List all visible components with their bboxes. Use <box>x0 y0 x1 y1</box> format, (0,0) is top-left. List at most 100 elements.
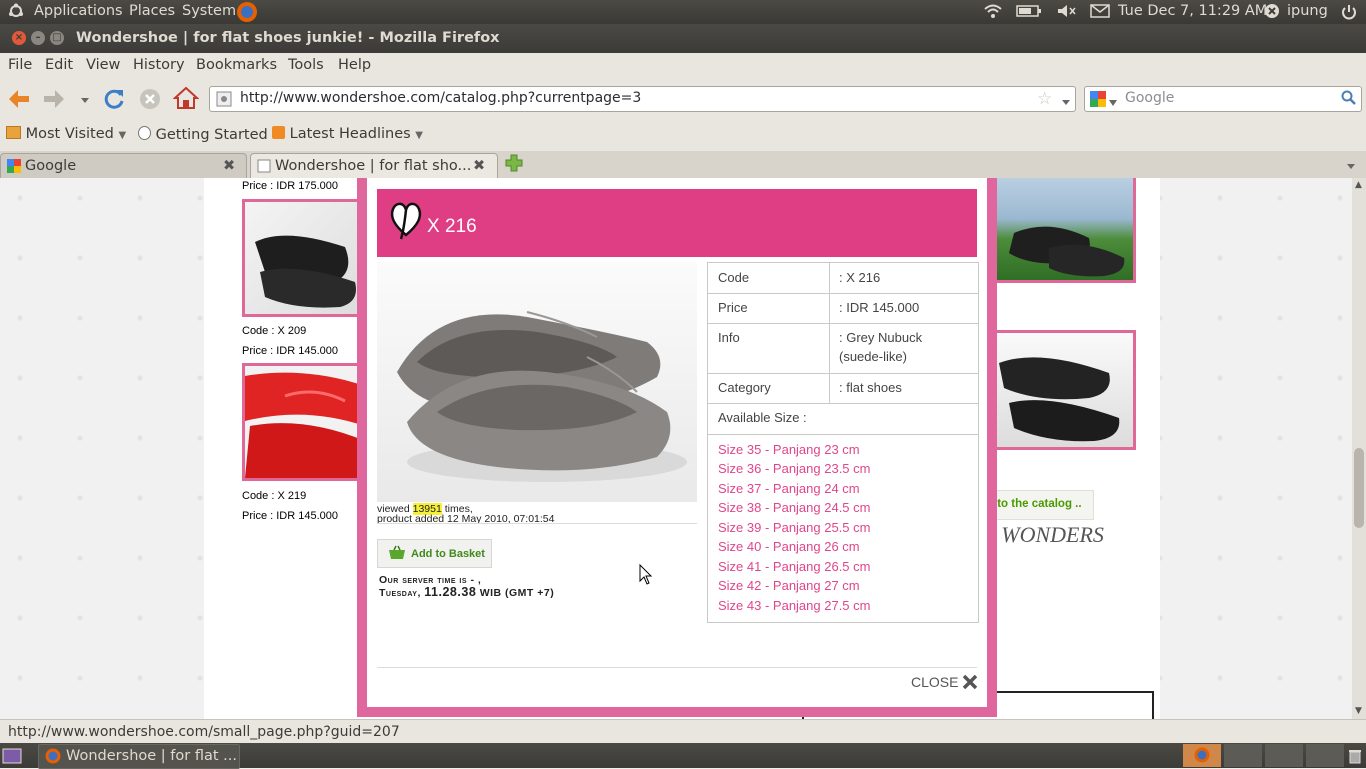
page-scrollbar[interactable]: ▲ ▼ <box>1352 178 1366 719</box>
product-image <box>377 262 697 502</box>
size-option[interactable]: Size 36 - Panjang 23.5 cm <box>718 461 870 476</box>
tab-google[interactable]: Google ✖ <box>0 153 247 179</box>
size-option[interactable]: Size 40 - Panjang 26 cm <box>718 539 860 554</box>
add-to-basket-label: Add to Basket <box>411 548 485 560</box>
close-tab-icon[interactable]: ✖ <box>223 158 235 174</box>
back-icon[interactable] <box>7 88 31 114</box>
maximize-window-icon[interactable]: □ <box>50 31 64 45</box>
bookmark-label: Latest Headlines <box>289 126 411 142</box>
info-value-line2: (suede-like) <box>839 349 907 364</box>
workspace-switcher-active[interactable] <box>1183 744 1221 767</box>
back-to-catalog-button[interactable]: o to the catalog .. <box>986 490 1094 520</box>
url-dropdown-icon[interactable] <box>1061 95 1071 111</box>
window-titlebar: × – □ Wondershoe | for flat shoes junkie… <box>0 24 1366 53</box>
product-thumbnail[interactable] <box>242 199 368 317</box>
bookmark-most-visited[interactable]: Most Visited ▼ <box>6 126 126 142</box>
product-thumbnail[interactable] <box>242 363 368 481</box>
site-identity-icon[interactable] <box>216 91 232 111</box>
bookmark-star-icon[interactable]: ☆ <box>1037 89 1052 109</box>
size-option[interactable]: Size 42 - Panjang 27 cm <box>718 578 860 593</box>
info-label: Price <box>718 300 748 315</box>
taskbar-window-button[interactable]: Wondershoe | for flat ... <box>38 744 240 769</box>
add-to-basket-button[interactable]: Add to Basket <box>377 539 492 568</box>
minimize-window-icon[interactable]: – <box>31 31 45 45</box>
menu-edit[interactable]: Edit <box>45 57 73 73</box>
info-value: : X 216 <box>839 270 881 285</box>
scroll-up-icon[interactable]: ▲ <box>1355 180 1362 190</box>
url-text[interactable]: http://www.wondershoe.com/catalog.php?cu… <box>240 90 641 106</box>
menu-bookmarks[interactable]: Bookmarks <box>196 57 277 73</box>
search-box[interactable]: Google <box>1084 86 1362 112</box>
page-favicon-icon <box>257 159 271 177</box>
server-time-clock: 11.28.38 <box>424 585 477 599</box>
product-thumbnail[interactable] <box>986 178 1136 283</box>
size-option[interactable]: Size 41 - Panjang 26.5 cm <box>718 559 870 574</box>
google-search-engine-icon[interactable] <box>1090 91 1106 111</box>
info-value: : Grey Nubuck <box>839 330 923 345</box>
menu-tools[interactable]: Tools <box>288 57 324 73</box>
search-placeholder[interactable]: Google <box>1125 90 1174 106</box>
info-row-code: Code : X 216 <box>708 263 978 294</box>
menu-history[interactable]: History <box>133 57 185 73</box>
ubuntu-logo-icon[interactable] <box>8 3 24 23</box>
size-option[interactable]: Size 39 - Panjang 25.5 cm <box>718 520 870 535</box>
power-icon[interactable] <box>1340 3 1358 25</box>
show-desktop-icon[interactable] <box>2 748 22 768</box>
chevron-down-icon: ▼ <box>118 130 127 141</box>
wifi-icon[interactable] <box>983 3 1003 23</box>
history-dropdown-icon[interactable] <box>80 93 90 109</box>
close-modal-button[interactable]: CLOSE <box>911 674 978 693</box>
bookmark-latest-headlines[interactable]: Latest Headlines ▼ <box>272 126 423 142</box>
trash-icon[interactable] <box>1348 748 1362 768</box>
bookmarks-toolbar: Most Visited ▼ Getting Started Latest He… <box>0 118 1366 151</box>
size-option[interactable]: Size 35 - Panjang 23 cm <box>718 442 860 457</box>
volume-icon[interactable] <box>1056 3 1078 23</box>
taskbar-window-label: Wondershoe | for flat ... <box>66 748 237 764</box>
size-option[interactable]: Size 43 - Panjang 27.5 cm <box>718 598 870 613</box>
window-title: Wondershoe | for flat shoes junkie! - Mo… <box>76 30 500 46</box>
info-value: : IDR 145.000 <box>839 300 920 315</box>
info-row-available-size: Available Size : <box>708 403 978 435</box>
menu-file[interactable]: File <box>8 57 32 73</box>
system-menu[interactable]: System <box>182 3 236 19</box>
server-time-day: Tuesday, <box>379 587 421 599</box>
product-thumbnail[interactable] <box>986 330 1136 450</box>
new-tab-icon[interactable] <box>504 153 524 177</box>
home-icon[interactable] <box>172 86 200 114</box>
tab-wondershoe[interactable]: Wondershoe | for flat sho... ✖ <box>250 153 498 179</box>
stop-icon[interactable] <box>138 87 162 115</box>
close-tab-icon[interactable]: ✖ <box>473 158 485 174</box>
tab-list-dropdown-icon[interactable] <box>1346 159 1356 175</box>
workspace-switcher[interactable] <box>1306 744 1344 767</box>
bookmark-getting-started[interactable]: Getting Started <box>138 126 268 143</box>
info-label: Code <box>718 270 750 285</box>
clock[interactable]: Tue Dec 7, 11:29 AM <box>1118 3 1267 19</box>
menu-view[interactable]: View <box>86 57 120 73</box>
search-engine-dropdown-icon[interactable] <box>1109 95 1117 111</box>
applications-menu[interactable]: Applications <box>34 3 123 19</box>
top-panel: Applications Places System Tue Dec 7, 11… <box>0 0 1366 24</box>
google-favicon-icon <box>7 159 21 177</box>
mail-icon[interactable] <box>1090 3 1110 23</box>
menu-help[interactable]: Help <box>338 57 371 73</box>
scrollbar-thumb[interactable] <box>1354 448 1364 528</box>
taskbar: Wondershoe | for flat ... <box>0 743 1366 769</box>
firefox-mini-icon <box>1194 747 1210 767</box>
workspace-switcher[interactable] <box>1224 744 1262 767</box>
scroll-down-icon[interactable]: ▼ <box>1355 706 1362 716</box>
size-option[interactable]: Size 37 - Panjang 24 cm <box>718 481 860 496</box>
user-name[interactable]: ipung <box>1287 3 1328 19</box>
info-label: Available Size : <box>718 410 807 425</box>
size-option[interactable]: Size 38 - Panjang 24.5 cm <box>718 500 870 515</box>
divider <box>377 667 977 668</box>
basket-icon <box>388 545 406 565</box>
close-window-icon[interactable]: × <box>12 31 26 45</box>
battery-icon[interactable] <box>1016 3 1042 23</box>
forward-icon[interactable] <box>42 88 66 114</box>
reload-icon[interactable] <box>102 87 126 115</box>
places-menu[interactable]: Places <box>129 3 175 19</box>
workspace-switcher[interactable] <box>1265 744 1303 767</box>
info-value: : flat shoes <box>839 380 902 395</box>
url-bar[interactable]: http://www.wondershoe.com/catalog.php?cu… <box>209 86 1076 112</box>
search-magnifier-icon[interactable] <box>1341 90 1357 110</box>
